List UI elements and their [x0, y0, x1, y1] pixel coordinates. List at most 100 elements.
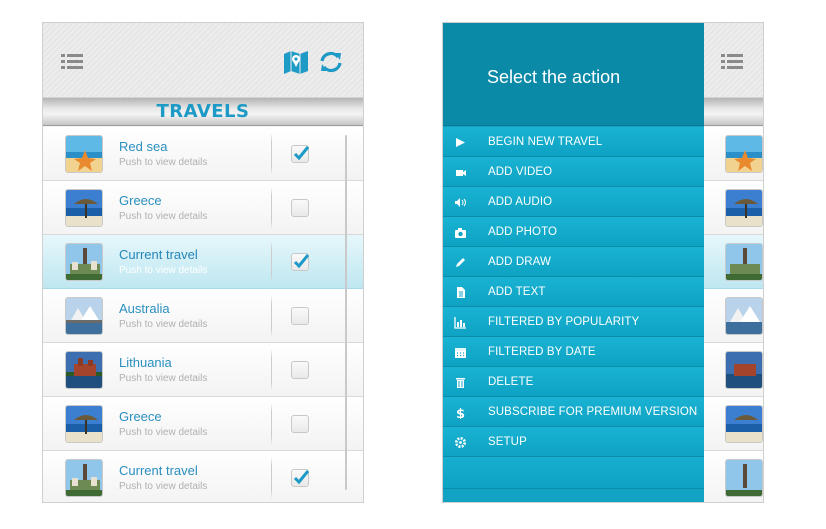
title-bar: TRAVELS	[43, 98, 363, 126]
thumbnail-city-tower	[725, 459, 763, 497]
list-icon[interactable]	[61, 53, 83, 71]
divider	[271, 457, 272, 499]
menu-item-label: ADD PHOTO	[488, 226, 558, 238]
list-item[interactable]: Current travel Push to view details	[43, 235, 363, 289]
list-icon[interactable]	[721, 53, 743, 71]
menu-item-label: BEGIN NEW TRAVEL	[488, 136, 603, 148]
calendar-icon	[455, 348, 466, 358]
list-item[interactable]	[703, 235, 763, 289]
row-title: Current travel	[119, 247, 198, 262]
thumbnail-beach-starfish	[65, 135, 103, 173]
row-title: Greece	[119, 193, 162, 208]
divider	[271, 349, 272, 391]
menu-empty-row	[443, 457, 704, 489]
list-item[interactable]	[703, 181, 763, 235]
thumbnail-beach-starfish	[725, 135, 763, 173]
menu-item-add-audio[interactable]: ADD AUDIO	[443, 187, 704, 217]
menu-item-filtered-by-popularity[interactable]: FILTERED BY POPULARITY	[443, 307, 704, 337]
gear-icon	[455, 437, 466, 448]
menu-item-label: ADD DRAW	[488, 256, 551, 268]
menu-item-label: ADD VIDEO	[488, 166, 553, 178]
menu-item-setup[interactable]: SETUP	[443, 427, 704, 457]
thumbnail-beach-umbrella	[65, 189, 103, 227]
menu-header: Select the action	[443, 23, 704, 126]
row-subtitle: Push to view details	[119, 427, 208, 438]
divider	[271, 403, 272, 445]
checkbox-unchecked[interactable]	[291, 199, 309, 217]
menu-items: BEGIN NEW TRAVEL ADD VIDEO ADD AUDIO ADD…	[443, 127, 704, 457]
list-item[interactable]	[703, 451, 763, 502]
action-menu: Select the action BEGIN NEW TRAVEL ADD V…	[443, 23, 704, 502]
menu-item-add-text[interactable]: ADD TEXT	[443, 277, 704, 307]
menu-item-label: ADD TEXT	[488, 286, 546, 298]
list-item[interactable]: Greece Push to view details	[43, 181, 363, 235]
list-item[interactable]: Lithuania Push to view details	[43, 343, 363, 397]
checkbox-checked[interactable]	[291, 469, 310, 487]
top-bar	[703, 23, 763, 98]
row-subtitle: Push to view details	[119, 211, 208, 222]
trash-icon	[456, 378, 465, 388]
dollar-icon: $	[456, 407, 465, 419]
menu-item-add-photo[interactable]: ADD PHOTO	[443, 217, 704, 247]
checkbox-checked[interactable]	[291, 145, 310, 163]
page-title: TRAVELS	[156, 101, 250, 122]
row-title: Current travel	[119, 463, 198, 478]
svg-text:$: $	[456, 407, 465, 419]
thumbnail-city-tower	[65, 459, 103, 497]
top-bar	[43, 23, 363, 98]
thumbnail-harbour	[725, 297, 763, 335]
action-menu-screen: Select the action BEGIN NEW TRAVEL ADD V…	[442, 22, 764, 503]
thumbnail-beach-umbrella	[725, 189, 763, 227]
list-peek	[703, 23, 763, 502]
menu-item-label: ADD AUDIO	[488, 196, 553, 208]
list-item[interactable]	[703, 343, 763, 397]
title-bar	[703, 98, 763, 126]
travel-list: Red sea Push to view details Greece Push…	[43, 127, 363, 502]
thumbnail-castle	[725, 351, 763, 389]
list-item[interactable]	[703, 127, 763, 181]
camera-icon	[455, 228, 466, 238]
menu-item-label: DELETE	[488, 376, 534, 388]
video-icon	[456, 170, 466, 176]
thumbnail-beach-umbrella	[65, 405, 103, 443]
speaker-icon	[455, 198, 466, 207]
list-item[interactable]	[703, 397, 763, 451]
pencil-icon	[456, 258, 465, 267]
row-subtitle: Push to view details	[119, 481, 208, 492]
divider	[271, 295, 272, 337]
map-icon[interactable]	[283, 49, 309, 75]
menu-item-delete[interactable]: DELETE	[443, 367, 704, 397]
checkbox-unchecked[interactable]	[291, 415, 309, 433]
list-item[interactable]: Australia Push to view details	[43, 289, 363, 343]
checkbox-unchecked[interactable]	[291, 307, 309, 325]
menu-item-add-draw[interactable]: ADD DRAW	[443, 247, 704, 277]
bar-chart-icon	[454, 317, 466, 329]
refresh-icon[interactable]	[318, 49, 344, 75]
travel-list-peek	[703, 127, 763, 502]
travels-screen: TRAVELS Red sea Push to view details Gre…	[42, 22, 364, 503]
list-item[interactable]: Red sea Push to view details	[43, 127, 363, 181]
checkbox-checked[interactable]	[291, 253, 310, 271]
thumbnail-beach-umbrella	[725, 405, 763, 443]
menu-item-filtered-by-date[interactable]: FILTERED BY DATE	[443, 337, 704, 367]
list-item[interactable]: Greece Push to view details	[43, 397, 363, 451]
menu-title: Select the action	[487, 67, 621, 87]
list-item[interactable]	[703, 289, 763, 343]
document-icon	[457, 287, 465, 298]
row-title: Red sea	[119, 139, 168, 154]
row-subtitle: Push to view details	[119, 319, 208, 330]
list-item[interactable]: Current travel Push to view details	[43, 451, 363, 502]
menu-item-subscribe-premium[interactable]: $ SUBSCRIBE FOR PREMIUM VERSION	[443, 397, 704, 427]
row-subtitle: Push to view details	[119, 373, 208, 384]
row-title: Greece	[119, 409, 162, 424]
row-subtitle: Push to view details	[119, 157, 208, 168]
menu-item-label: SUBSCRIBE FOR PREMIUM VERSION	[488, 406, 698, 418]
play-icon	[456, 138, 465, 147]
divider	[271, 133, 272, 175]
thumbnail-city-tower	[65, 243, 103, 281]
checkbox-unchecked[interactable]	[291, 361, 309, 379]
menu-item-add-video[interactable]: ADD VIDEO	[443, 157, 704, 187]
menu-item-begin-new-travel[interactable]: BEGIN NEW TRAVEL	[443, 127, 704, 157]
scrollbar[interactable]	[345, 135, 347, 490]
menu-item-label: SETUP	[488, 436, 527, 448]
